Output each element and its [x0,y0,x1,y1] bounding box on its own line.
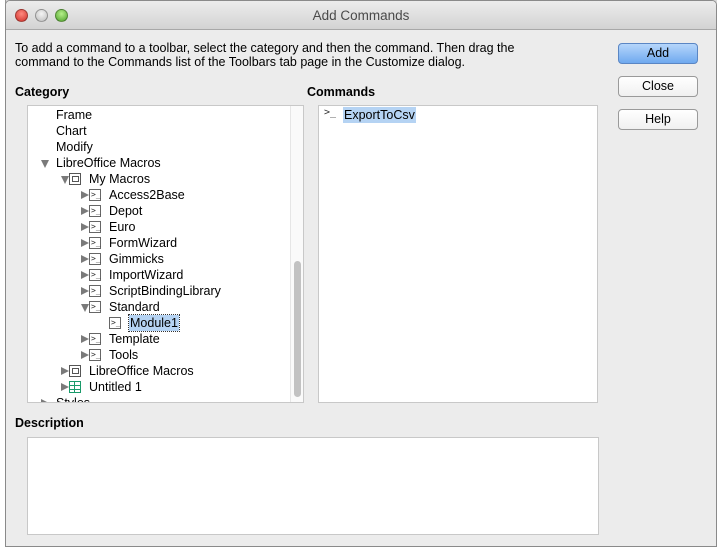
macro-icon: >_ [109,317,121,329]
collapsed-arrow-icon[interactable] [81,207,89,215]
tree-item-label: Styles [56,396,91,403]
collapsed-arrow-icon[interactable] [81,351,89,359]
tree-item[interactable]: Untitled 1 [28,379,288,395]
tree-item[interactable]: LibreOffice Macros [28,363,288,379]
tree-item-label: Frame [56,108,93,122]
tree-item-label: Euro [109,220,136,234]
macro-icon: >_ [89,285,101,297]
window-title: Add Commands [312,8,410,23]
category-tree[interactable]: Styles Untitled 1 LibreOffice Macros >_ Tool… [27,105,304,403]
command-label: ExportToCsv [343,107,416,123]
tree-item-label: Standard [109,300,160,314]
tree-item[interactable]: Modify [28,139,288,155]
collapsed-arrow-icon[interactable] [81,191,89,199]
macro-icon: >_ [89,237,101,249]
macro-icon: >_ [324,107,337,118]
add-button[interactable]: Add [618,43,698,64]
tree-item[interactable]: >_ Gimmicks [28,251,288,267]
add-commands-dialog: Add Commands To add a command to a toolb… [5,0,717,547]
tree-item-label: ImportWizard [109,268,184,282]
tree-item-label: My Macros [89,172,151,186]
tree-item[interactable]: >_ ImportWizard [28,267,288,283]
tree-item[interactable]: Frame [28,107,288,123]
tree-item[interactable]: >_ Template [28,331,288,347]
scrollbar-thumb[interactable] [294,261,301,397]
tree-item-label: Tools [109,348,139,362]
tree-item[interactable]: >_ ScriptBindingLibrary [28,283,288,299]
command-item[interactable]: >_ ExportToCsv [319,107,589,123]
tree-item-label: LibreOffice Macros [56,156,161,170]
expanded-arrow-icon[interactable] [61,176,69,184]
macro-icon: >_ [89,189,101,201]
description-label: Description [15,416,84,430]
tree-item[interactable]: >_ Euro [28,219,288,235]
computer-icon [69,365,81,377]
tree-item-label: ScriptBindingLibrary [109,284,221,298]
tree-item[interactable]: >_ Standard [28,299,288,315]
category-label: Category [15,85,70,99]
tree-item-label: Template [109,332,160,346]
tree-item-label: Module1 [128,314,180,332]
tree-item[interactable]: >_ Access2Base [28,187,288,203]
tree-item-label: FormWizard [109,236,178,250]
tree-item[interactable]: >_ Depot [28,203,288,219]
commands-list[interactable]: >_ ExportToCsv [318,105,598,403]
title-bar[interactable]: Add Commands [6,1,716,30]
description-box [27,437,599,535]
category-scrollbar[interactable] [290,106,303,402]
collapsed-arrow-icon[interactable] [61,383,69,391]
tree-item-label: LibreOffice Macros [89,364,194,378]
collapsed-arrow-icon[interactable] [81,255,89,263]
collapsed-arrow-icon[interactable] [81,223,89,231]
tree-item-label: Gimmicks [109,252,164,266]
close-button[interactable]: Close [618,76,698,97]
tree-item-label: Untitled 1 [89,380,142,394]
macro-icon: >_ [89,205,101,217]
tree-item-label: Chart [56,124,87,138]
instructions-text: To add a command to a toolbar, select th… [15,41,515,69]
macro-icon: >_ [89,221,101,233]
computer-icon [69,173,81,185]
macro-icon: >_ [89,349,101,361]
tree-item[interactable]: >_ FormWizard [28,235,288,251]
tree-item[interactable]: >_ Module1 [28,314,288,332]
expanded-arrow-icon[interactable] [41,160,49,168]
collapsed-arrow-icon[interactable] [41,399,49,402]
macro-icon: >_ [89,333,101,345]
collapsed-arrow-icon[interactable] [81,239,89,247]
help-button[interactable]: Help [618,109,698,130]
tree-item[interactable]: Chart [28,123,288,139]
tree-item[interactable]: LibreOffice Macros [28,155,288,171]
tree-item-label: Access2Base [109,188,185,202]
macro-icon: >_ [89,253,101,265]
tree-item[interactable]: >_ Tools [28,347,288,363]
tree-item-label: Modify [56,140,93,154]
tree-item[interactable]: Styles [28,395,288,403]
macro-icon: >_ [89,269,101,281]
expanded-arrow-icon[interactable] [81,304,89,312]
spreadsheet-icon [69,381,81,393]
collapsed-arrow-icon[interactable] [61,367,69,375]
macro-icon: >_ [89,301,101,313]
collapsed-arrow-icon[interactable] [81,271,89,279]
commands-label: Commands [307,85,376,99]
collapsed-arrow-icon[interactable] [81,335,89,343]
collapsed-arrow-icon[interactable] [81,287,89,295]
tree-item-label: Depot [109,204,143,218]
tree-item[interactable]: My Macros [28,171,288,187]
